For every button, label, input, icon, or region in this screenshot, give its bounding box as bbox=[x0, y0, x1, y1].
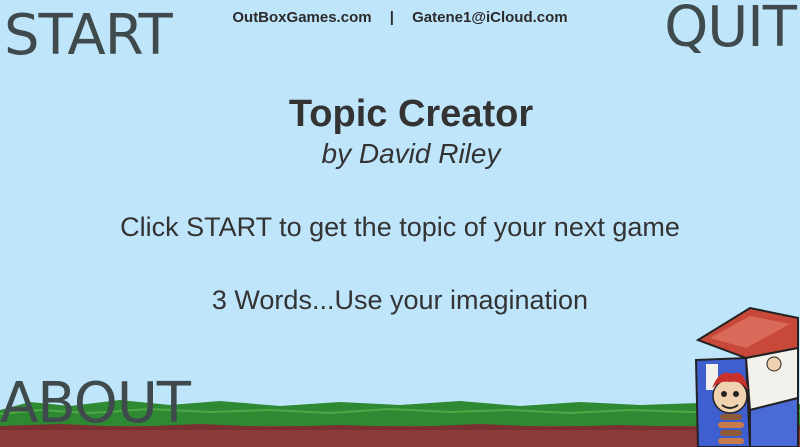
instruction-text: Click START to get the topic of your nex… bbox=[120, 212, 680, 242]
tagline-text: 3 Words...Use your imagination bbox=[211, 285, 589, 315]
contact-bar: OutBoxGames.com | Gatene1@iCloud.com bbox=[0, 9, 800, 26]
page-title: Topic Creator bbox=[288, 93, 534, 135]
jack-in-the-box-icon bbox=[694, 306, 799, 447]
author-subtitle: by David Riley bbox=[321, 138, 501, 169]
email-link[interactable]: Gatene1@iCloud.com bbox=[412, 9, 568, 26]
website-link[interactable]: OutBoxGames.com bbox=[232, 9, 371, 26]
separator: | bbox=[389, 9, 394, 26]
about-button[interactable]: ABOUT bbox=[0, 376, 191, 432]
